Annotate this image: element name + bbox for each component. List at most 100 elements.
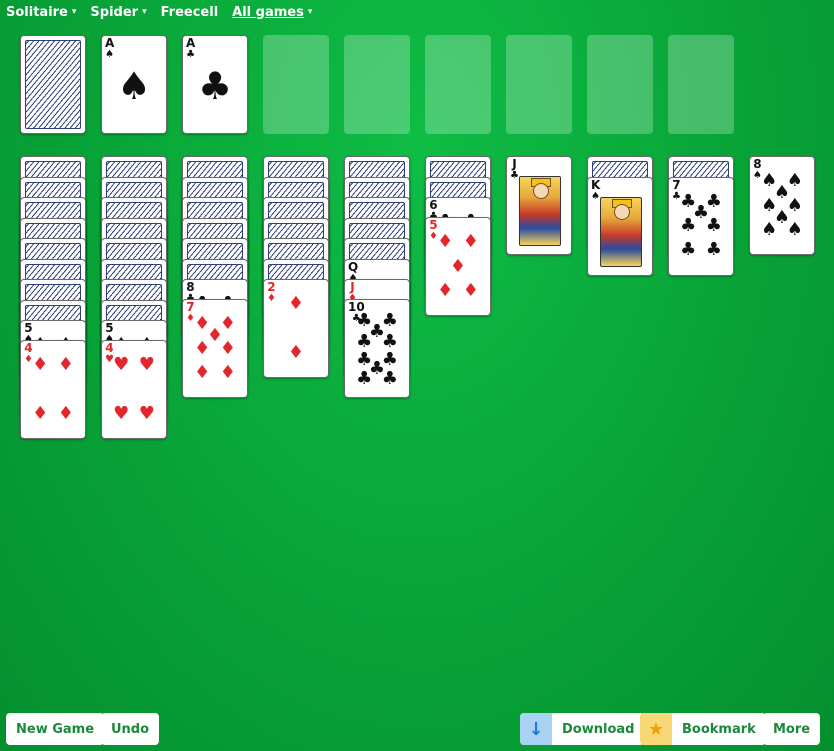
playing-card[interactable]: 8 ♠ ♠ ♠ ♠ ♠ ♠ ♠ ♠ ♠ (749, 156, 815, 255)
suit-pip: ♦ (32, 402, 49, 424)
suit-pip: ♦ (437, 279, 454, 301)
card-back-pattern (25, 40, 81, 129)
suit-pip: ♦ (219, 337, 236, 359)
suit-pip: ♥ (113, 354, 130, 376)
more-label: More (773, 721, 811, 737)
suit-pip: ♣ (705, 239, 722, 261)
card-suit-icon: ♣ (186, 49, 196, 60)
empty-slot[interactable] (425, 35, 491, 134)
card-suit-icon: ♠ (105, 49, 115, 60)
chevron-down-icon: ▾ (71, 7, 77, 17)
playing-card[interactable]: 7 ♣ ♣ ♣ ♣ ♣ ♣ ♣ ♣ (668, 176, 734, 276)
suit-pip: ♦ (287, 293, 305, 315)
suit-pip: ♥ (138, 402, 155, 424)
playing-card[interactable]: 2 ♦ ♦ ♦ (263, 279, 329, 378)
card-suit-icon: ♠ (591, 190, 601, 202)
card-rank: 2 (267, 280, 276, 294)
head-icon (614, 203, 630, 220)
playing-card[interactable]: J ♣ (506, 156, 572, 255)
card-corner: A ♠ (105, 36, 115, 60)
card-rank: A (105, 36, 115, 50)
chevron-down-icon: ▾ (307, 7, 313, 17)
suit-pip: ♦ (194, 361, 211, 383)
suit-pip: ♥ (113, 402, 130, 424)
playing-card[interactable]: 10 ♣ ♣ ♣ ♣ ♣ ♣ ♣ ♣ ♣ ♣ ♣ (344, 298, 410, 398)
card-rank: A (186, 36, 196, 50)
playing-card[interactable]: A ♣ ♣ (182, 35, 248, 134)
card-rank: 7 (186, 300, 195, 314)
card-suit-icon: ♣ (510, 170, 519, 181)
head-icon (533, 183, 549, 199)
suit-pip: ♦ (437, 231, 454, 253)
card-rank: 6 (429, 198, 438, 212)
suit-pip: ♣ (356, 368, 373, 390)
suit-pip: ♦ (57, 354, 74, 376)
suit-pip: ♦ (287, 341, 305, 363)
card-rank: 7 (672, 177, 681, 192)
card-rank: K (591, 177, 601, 192)
card-rank: J (512, 157, 517, 171)
nav-solitaire[interactable]: Solitaire ▾ (6, 3, 76, 21)
card-rank: Q (348, 259, 359, 274)
card-back[interactable] (20, 35, 86, 134)
playing-card[interactable]: K ♠ (587, 176, 653, 276)
bookmark-button[interactable]: ★ Bookmark (640, 713, 766, 745)
empty-slot[interactable] (263, 35, 329, 134)
suit-pip: ♦ (194, 337, 211, 359)
card-corner: K ♠ (591, 177, 601, 202)
card-rank: 8 (753, 157, 762, 171)
top-nav: Solitaire ▾ Spider ▾ Freecell All games … (6, 3, 326, 21)
card-rank: 5 (24, 321, 33, 335)
card-corner: J ♣ (510, 157, 519, 181)
nav-label: All games (232, 4, 304, 20)
suit-pip: ♠ (116, 64, 152, 109)
suit-pip: ♠ (786, 218, 803, 240)
playing-card[interactable]: 4 ♥ ♥ ♥ ♥ ♥ (101, 340, 167, 439)
nav-spider[interactable]: Spider ▾ (90, 3, 146, 21)
card-corner: A ♣ (186, 36, 196, 60)
playing-card[interactable]: 4 ♦ ♦ ♦ ♦ ♦ (20, 340, 86, 439)
card-rank: 4 (24, 341, 33, 355)
suit-pip: ♦ (57, 402, 74, 424)
nav-label: Spider (90, 4, 139, 20)
playing-card[interactable]: A ♠ ♠ (101, 35, 167, 134)
suit-pip: ♣ (705, 215, 722, 236)
suit-pip: ♠ (761, 218, 778, 240)
new-game-button[interactable]: New Game (6, 713, 105, 745)
suit-pip: ♥ (138, 354, 155, 376)
suit-pip: ♦ (462, 279, 479, 301)
card-rank: 5 (429, 218, 438, 232)
nav-label: Solitaire (6, 4, 68, 20)
bookmark-label: Bookmark (682, 721, 756, 737)
suit-pip: ♣ (381, 368, 398, 390)
undo-button[interactable]: Undo (101, 713, 160, 745)
more-button[interactable]: More (763, 713, 821, 745)
card-rank: 8 (186, 280, 195, 294)
new-game-label: New Game (16, 721, 95, 737)
empty-slot[interactable] (587, 35, 653, 134)
nav-all-games[interactable]: All games ▾ (232, 3, 312, 21)
empty-slot[interactable] (668, 35, 734, 134)
nav-label: Freecell (160, 4, 219, 20)
undo-label: Undo (111, 721, 150, 737)
empty-slot[interactable] (344, 35, 410, 134)
suit-pip: ♦ (462, 231, 479, 253)
nav-freecell[interactable]: Freecell (161, 3, 219, 21)
playing-card[interactable]: 5 ♦ ♦ ♦ ♦ ♦ ♦ (425, 217, 491, 316)
card-corner: 2 ♦ (267, 280, 276, 304)
chevron-down-icon: ▾ (142, 7, 147, 17)
suit-pip: ♦ (32, 354, 49, 376)
court-figure (519, 176, 561, 246)
download-icon: ↓ (520, 713, 552, 745)
card-rank: 5 (105, 321, 114, 335)
card-rank: J (350, 279, 355, 294)
suit-pip: ♣ (197, 64, 233, 109)
download-label: Download (562, 721, 635, 737)
court-figure (600, 196, 642, 267)
suit-pip: ♣ (680, 215, 697, 236)
empty-slot[interactable] (506, 35, 572, 134)
suit-pip: ♦ (449, 255, 467, 277)
playing-card[interactable]: 7 ♦ ♦ ♦ ♦ ♦ ♦ ♦ ♦ (182, 299, 248, 398)
card-suit-icon: ♦ (267, 293, 276, 304)
download-button[interactable]: ↓ Download (520, 713, 645, 745)
